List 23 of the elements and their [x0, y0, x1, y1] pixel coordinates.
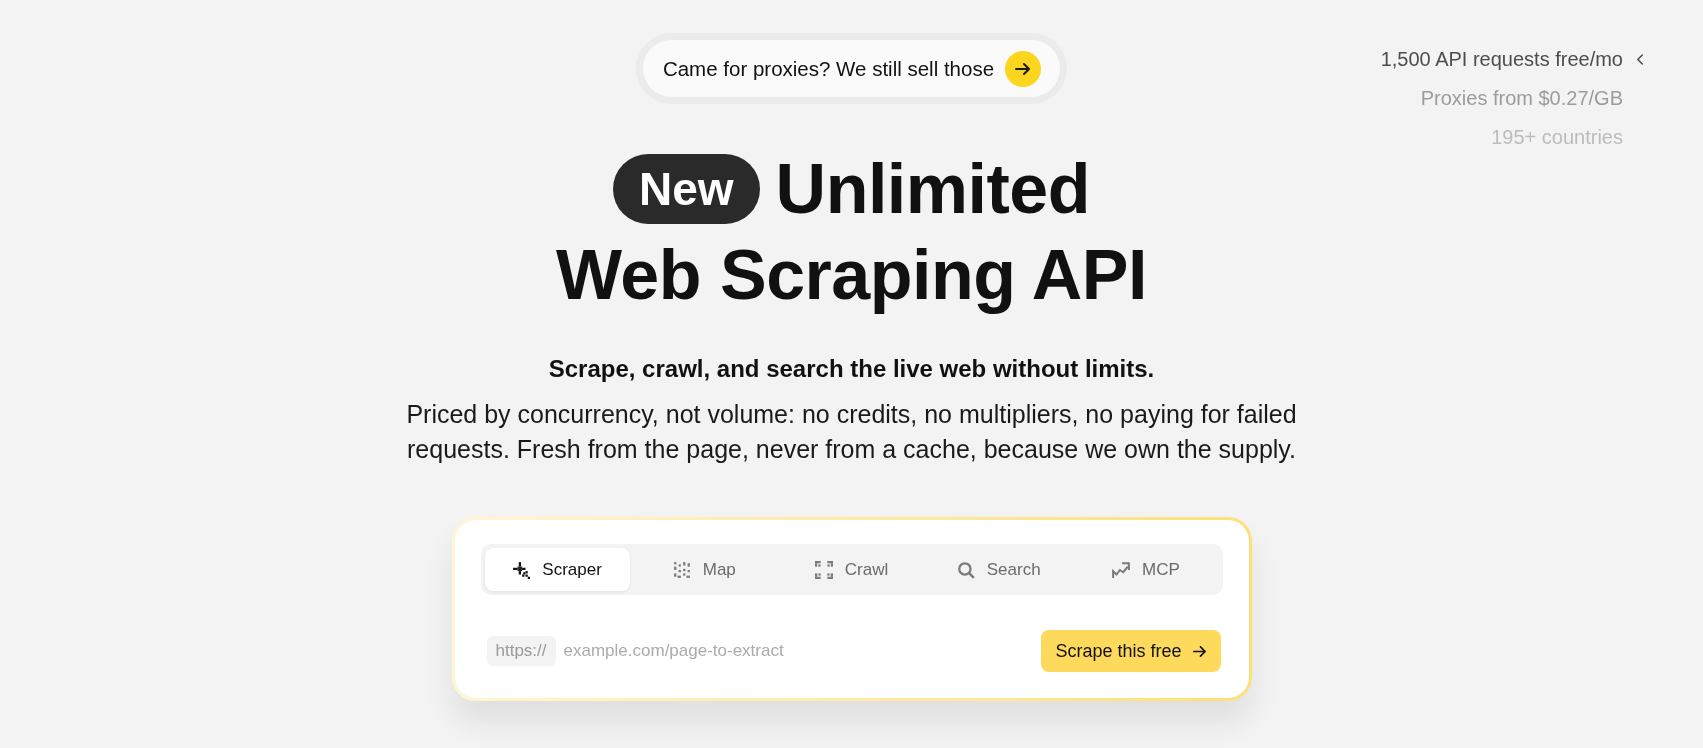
arrow-right-icon	[1191, 643, 1207, 659]
url-prefix: https://	[486, 636, 556, 666]
highlight-text: 1,500 API requests free/mo	[1380, 48, 1623, 70]
tab[interactable]: Crawl	[778, 548, 925, 591]
expand-corners-icon	[814, 560, 833, 579]
url-input[interactable]: example.com/page-to-extract	[563, 637, 1042, 665]
highlight-text: Proxies from $0.27/GB	[1420, 87, 1623, 109]
dotted-grid-icon	[672, 560, 691, 579]
new-badge: New	[613, 154, 760, 224]
arrow-right-icon	[1005, 50, 1042, 87]
search-icon	[956, 560, 975, 579]
tab[interactable]: Map	[631, 548, 777, 591]
tab[interactable]: Search	[926, 548, 1072, 591]
chevron-left-icon[interactable]	[1636, 52, 1645, 66]
tab[interactable]: MCP	[1073, 548, 1219, 591]
tab[interactable]: Scraper	[484, 548, 630, 591]
description-text: Priced by concurrency, not volume: no credits, no multipliers, no paying for failed requests. Fresh from the page, never from a cache, because we own the supply.	[405, 399, 1298, 465]
tagline-text: Scrape, crawl, and search the live web without limits.	[548, 354, 1155, 384]
sparkle-icon	[512, 560, 531, 579]
heading-text: Unlimited	[775, 149, 1090, 230]
trend-arrow-icon	[1112, 560, 1130, 579]
scrape-button[interactable]: Scrape this free	[1041, 630, 1221, 672]
heading-text: Web Scraping API	[556, 235, 1147, 316]
